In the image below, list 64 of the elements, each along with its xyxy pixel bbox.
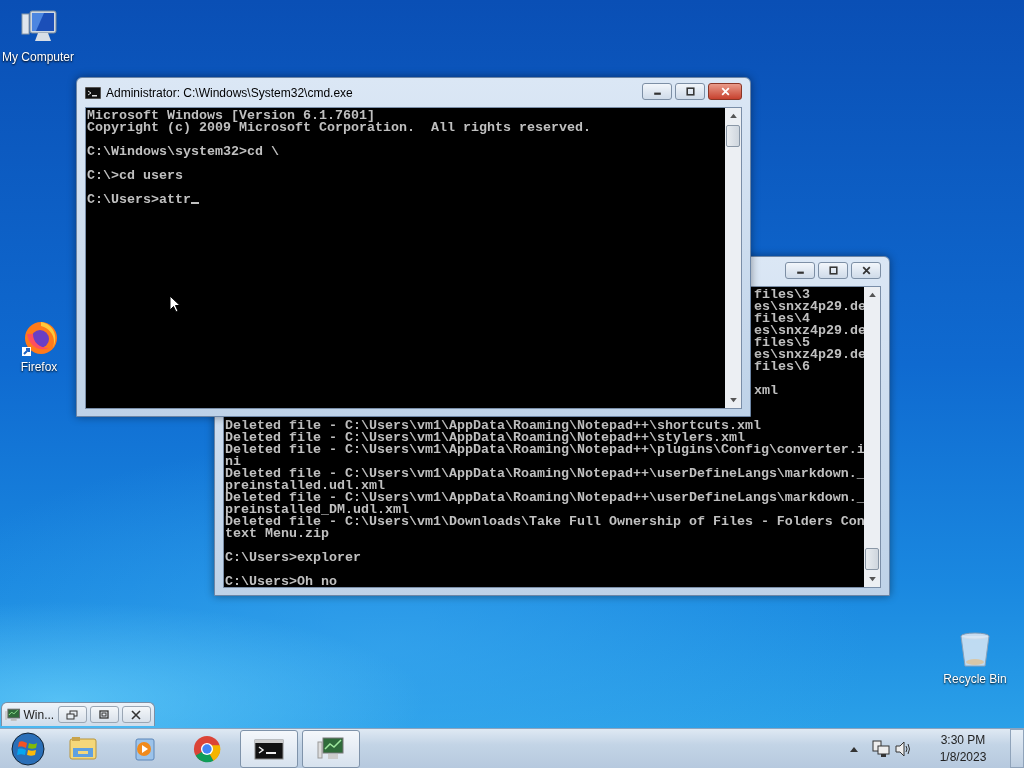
window-title: Administrator: C:\Windows\System32\cmd.exe [106,85,354,100]
console-line: xml [754,385,779,397]
console-line: Microsoft Windows [Version 6.1.7601] [87,110,375,122]
desktop-icon-label: My Computer [2,50,74,64]
maximize-icon [98,709,111,720]
close-icon [130,709,143,720]
console-line: C:\Users>Oh no [225,576,338,587]
minimize-button[interactable] [642,83,672,100]
console-line: ni [225,456,241,468]
console-line: Deleted file - C:\Users\vm1\AppData\Roaming\Notepad++\stylers.xml [225,432,745,444]
console-line: files\4 [754,313,810,325]
scroll-up-icon[interactable] [729,113,737,118]
scroll-thumb[interactable] [726,125,740,147]
console-line: Deleted file - C:\Users\vm1\AppData\Roaming\Notepad++\userDefineLangs\markdown._ [225,468,864,480]
console-line: Deleted file - C:\Users\vm1\AppData\Roaming\Notepad++\plugins\Config\converter.i [225,444,864,456]
chrome-icon [192,734,222,763]
console-line: files\3 [754,289,810,301]
show-hidden-icons-icon[interactable] [850,745,858,752]
maximize-icon [684,87,696,96]
close-button[interactable] [708,83,742,100]
maximize-button[interactable] [675,83,705,100]
close-button[interactable] [851,262,881,279]
console-line: Deleted file - C:\Users\vm1\AppData\Roaming\Notepad++\userDefineLangs\markdown._ [225,492,864,504]
command-prompt-button[interactable] [240,729,298,768]
network-icon[interactable] [872,739,890,758]
console-line: C:\Users>explorer [225,552,362,564]
mouse-pointer-icon [169,295,181,313]
scroll-thumb[interactable] [865,548,879,570]
maximize-button[interactable] [89,706,119,723]
console-line: text Menu.zip [225,528,330,540]
console-icon [85,86,101,99]
restore-button[interactable] [57,706,87,723]
console-line: Copyright (c) 2009 Microsoft Corporation. All rights reserved. [87,122,592,134]
scroll-down-icon[interactable] [868,577,876,582]
desktop-icon-label: Recycle Bin [943,672,1007,686]
window-title: Win... [23,707,55,722]
task-manager-button[interactable] [302,729,360,768]
console-line: files\5 [754,337,810,349]
windows-logo-icon [10,730,46,767]
close-icon [719,87,731,96]
minimize-button[interactable] [785,262,815,279]
maximize-button[interactable] [818,262,848,279]
scrollbar[interactable] [725,108,741,408]
console-line: preinstalled_DM.udl.xml [225,504,409,516]
clock[interactable]: 3:30 PM 1/8/2023 [924,729,1002,768]
volume-icon[interactable] [894,739,912,758]
console-line: C:\>cd users [87,170,184,182]
console-line: preinstalled.udl.xml [225,480,385,492]
console-line: C:\Windows\system32>cd \ [87,146,280,158]
console-line: Deleted file - C:\Users\vm1\AppData\Roaming\Notepad++\shortcuts.xml [225,420,762,432]
maximize-icon [827,266,839,275]
console-line: Deleted file - C:\Users\vm1\Downloads\Take Full Ownership of Files - Folders Con [225,516,864,528]
folder-icon [68,734,98,763]
close-button[interactable] [121,706,151,723]
console-line: files\6 [754,361,810,373]
console-line: C:\Users>attr [87,194,725,206]
close-icon [860,266,872,275]
restore-icon [66,709,79,720]
minimized-window[interactable]: Win... [1,702,155,726]
desktop-icon-label: Firefox [20,360,58,374]
monitor-icon [5,707,21,722]
scrollbar[interactable] [864,287,880,587]
scroll-down-icon[interactable] [729,398,737,403]
scroll-up-icon[interactable] [868,292,876,297]
